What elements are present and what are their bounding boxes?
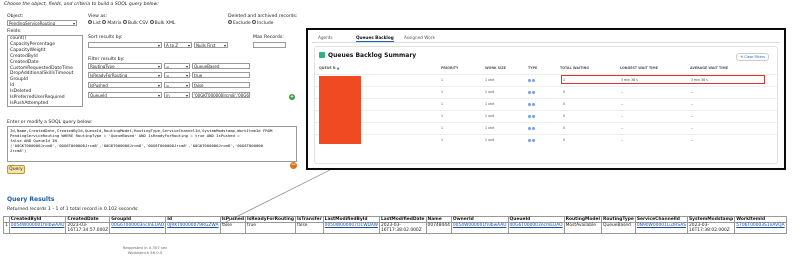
backlog-title: Queues Backlog Summary — [328, 52, 417, 59]
cell: 1 — [441, 90, 444, 94]
col-longest-wait[interactable]: LONGEST WAIT TIME — [620, 66, 658, 71]
table-row: 1 1 unit 0 -- -- — [315, 134, 777, 146]
tab-queues-backlog[interactable]: Queues Backlog — [356, 35, 394, 43]
cell: 1 unit — [485, 90, 495, 94]
table-row: 1 1 unit 0 -- -- — [315, 122, 777, 134]
chat-icon — [528, 103, 531, 106]
col-work-size[interactable]: WORK SIZE — [485, 66, 506, 71]
table-row: 1 1 unit 0 -- -- — [315, 86, 777, 98]
chat-icon — [528, 91, 531, 94]
cell: -- — [621, 114, 624, 118]
channel-icon — [532, 139, 535, 142]
channel-icon — [532, 103, 535, 106]
sort-icon[interactable]: ▲ — [337, 66, 340, 70]
cell: 0 — [563, 126, 566, 130]
clear-filters-button[interactable]: ⟲ Clear Filters — [736, 53, 769, 62]
footer-version: Workbench 56.0.0 — [127, 249, 163, 255]
col-total-waiting[interactable]: TOTAL WAITING — [560, 66, 589, 71]
channel-icon — [532, 115, 535, 118]
cell: 1 unit — [485, 78, 495, 82]
chat-icon — [528, 127, 531, 130]
channel-icon — [532, 79, 535, 82]
tab-assigned-work[interactable]: Assigned Work — [404, 35, 435, 40]
cell: -- — [691, 138, 694, 142]
cell: 1 unit — [485, 138, 495, 142]
tab-agents[interactable]: Agents — [318, 35, 333, 40]
cell: -- — [691, 102, 694, 106]
cell: 1 unit — [485, 102, 495, 106]
cell: -- — [691, 114, 694, 118]
col-priority[interactable]: PRIORITY — [441, 66, 458, 71]
col-average-wait[interactable]: AVERAGE WAIT TIME — [690, 66, 728, 71]
cell: 1 — [441, 102, 444, 106]
backlog-card: Queues Backlog Summary ⟲ Clear Filters Q… — [314, 46, 778, 164]
cell: -- — [621, 102, 624, 106]
cell: 0 — [563, 102, 566, 106]
cell: -- — [621, 126, 624, 130]
cell: 1 — [441, 138, 444, 142]
cell: -- — [691, 126, 694, 130]
queues-backlog-overlay: Agents Queues Backlog Assigned Work Queu… — [306, 28, 786, 170]
cell: 1 unit — [485, 114, 495, 118]
table-row: 1 1 unit 0 -- -- — [315, 110, 777, 122]
chat-icon — [528, 115, 531, 118]
channel-icon — [532, 91, 535, 94]
chat-icon — [528, 79, 531, 82]
cell: -- — [621, 138, 624, 142]
cell: -- — [621, 90, 624, 94]
cell: -- — [691, 90, 694, 94]
col-type[interactable]: TYPE — [528, 66, 537, 71]
cell: 1 — [441, 114, 444, 118]
redacted-queue-names — [319, 76, 361, 144]
cell: 1 — [441, 78, 444, 82]
cell: 0 — [563, 138, 566, 142]
highlighted-wait-row — [561, 75, 765, 84]
cell: 1 unit — [485, 126, 495, 130]
overlay-tabs: Agents Queues Backlog Assigned Work — [312, 34, 780, 43]
footer: Requested in 0.307 sec Workbench 56.0.0 — [110, 245, 180, 255]
table-row: 1 1 unit 0 -- -- — [315, 98, 777, 110]
cell: 0 — [563, 90, 566, 94]
col-queue-name[interactable]: QUEUE N ▲ — [319, 66, 340, 71]
cell: 1 — [441, 126, 444, 130]
cell: 0 — [563, 114, 566, 118]
channel-icon — [532, 127, 535, 130]
chat-icon — [528, 139, 531, 142]
